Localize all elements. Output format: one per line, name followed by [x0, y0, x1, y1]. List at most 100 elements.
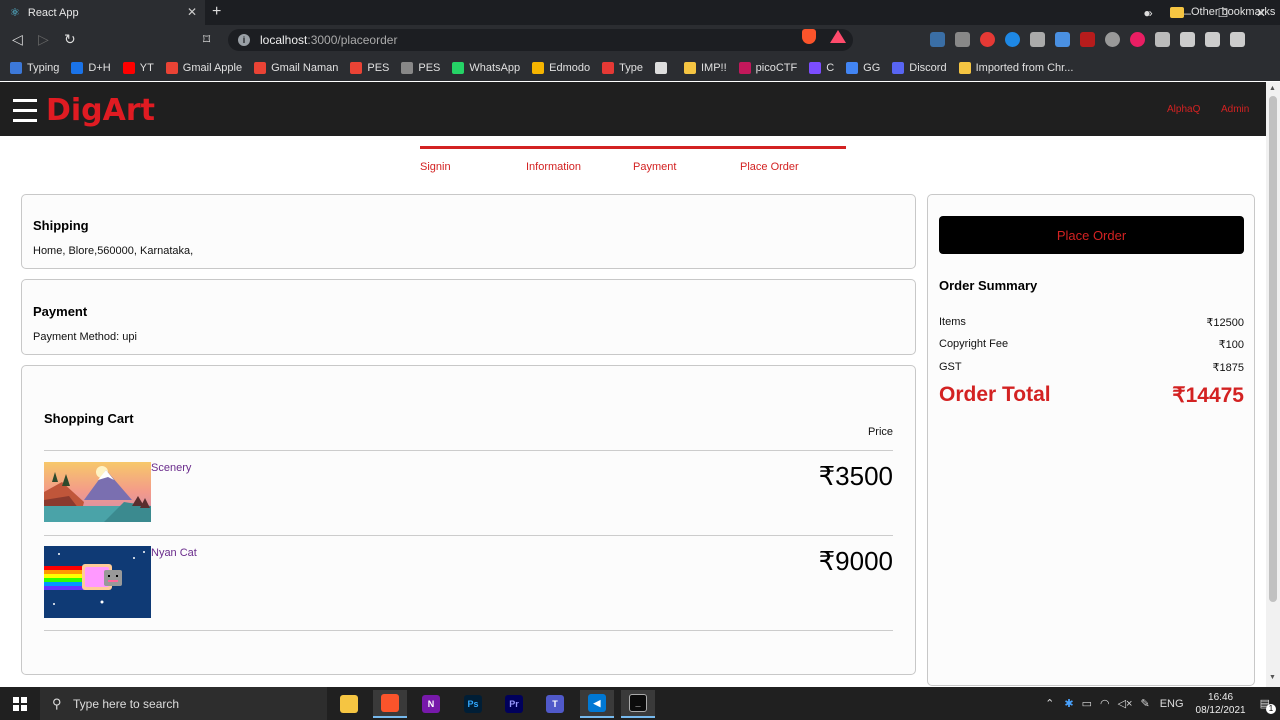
bookmark-item[interactable]: IMP!! — [683, 62, 727, 74]
bookmark-favicon-icon — [892, 62, 905, 74]
back-icon[interactable]: ◁ — [12, 31, 23, 48]
bookmark-item[interactable]: Discord — [892, 62, 947, 74]
teams-icon[interactable]: T — [538, 690, 572, 718]
wallet-icon[interactable] — [1205, 32, 1220, 47]
extension-icon[interactable] — [1105, 32, 1120, 47]
bookmark-item[interactable]: Imported from Chr... — [958, 62, 1073, 74]
cart-row: Nyan Cat ₹9000 — [44, 535, 893, 631]
other-bookmarks[interactable]: Other bookmarks — [1170, 6, 1275, 18]
bookmark-item[interactable]: Edmodo — [532, 62, 590, 74]
summary-value: ₹1875 — [1212, 362, 1244, 374]
checkout-steps: Signin Information Payment Place Order — [420, 146, 846, 176]
notifications-icon[interactable]: ▤ 1 — [1260, 697, 1276, 714]
url-host: localhost — [260, 33, 308, 47]
premiere-icon[interactable]: Pr — [497, 690, 531, 718]
extension-icon[interactable] — [1130, 32, 1145, 47]
scenery-image[interactable] — [44, 462, 151, 522]
windows-start-icon[interactable] — [13, 697, 27, 711]
place-order-button[interactable]: Place Order — [939, 216, 1244, 254]
bookmark-page-icon[interactable]: ⌑ — [203, 31, 210, 48]
user-link[interactable]: AlphaQ — [1167, 104, 1200, 115]
scroll-up-icon[interactable]: ▲ — [1269, 85, 1276, 92]
address-bar[interactable]: i localhost :3000/placeorder — [228, 29, 853, 51]
admin-link[interactable]: Admin — [1221, 104, 1249, 115]
bookmark-item[interactable]: D+H — [71, 62, 111, 74]
brave-browser-icon[interactable] — [373, 690, 407, 718]
bookmark-item[interactable]: Gmail Apple — [165, 62, 242, 74]
react-icon: ⚛ — [10, 7, 20, 19]
bookmark-favicon-icon — [254, 62, 267, 74]
scrollbar-thumb[interactable] — [1269, 96, 1277, 602]
clock-extension-icon[interactable] — [1005, 32, 1020, 47]
bookmark-item[interactable]: PES — [350, 62, 389, 74]
clock[interactable]: 16:46 08/12/2021 — [1196, 691, 1246, 717]
brave-rewards-icon[interactable] — [830, 30, 846, 43]
page-scrollbar[interactable]: ▲ ▼ — [1266, 82, 1280, 687]
bookmark-favicon-icon — [401, 62, 414, 74]
photoshop-icon[interactable]: Ps — [456, 690, 490, 718]
order-total-label: Order Total — [939, 383, 1051, 406]
cart-item-name[interactable]: Nyan Cat — [151, 547, 197, 559]
site-info-icon[interactable]: i — [238, 34, 250, 46]
wifi-icon[interactable]: ◠ — [1100, 697, 1110, 710]
cart-item-name[interactable]: Scenery — [151, 462, 191, 474]
step-place-order: Place Order — [740, 161, 799, 173]
browser-tab[interactable]: ⚛ React App ✕ — [0, 0, 205, 25]
scroll-down-icon[interactable]: ▼ — [1269, 674, 1276, 681]
bluetooth-icon[interactable]: ✱ — [1064, 697, 1073, 710]
bookmarks-more-icon[interactable]: » — [1146, 6, 1153, 20]
shopping-cart-card: Shopping Cart Price Scenery ₹3500 Nyan C… — [21, 365, 916, 675]
brand-logo[interactable]: DigArt — [46, 93, 155, 128]
bookmark-item[interactable]: C — [809, 62, 834, 74]
browser-tab-bar: ⚛ React App ✕ + ● — ☐ ✕ — [0, 0, 1280, 25]
language-indicator[interactable]: ENG — [1160, 698, 1184, 710]
forward-icon[interactable]: ▷ — [38, 31, 49, 48]
bookmark-item[interactable]: picoCTF — [738, 62, 797, 74]
extension-icon[interactable] — [930, 32, 945, 47]
onenote-icon[interactable]: N — [414, 690, 448, 718]
hamburger-menu-icon[interactable] — [13, 99, 37, 122]
extension-icon[interactable] — [1080, 32, 1095, 47]
taskbar-search[interactable]: ⚲ Type here to search — [40, 687, 327, 720]
bookmark-item[interactable]: Typing — [10, 62, 59, 74]
bookmark-label: YT — [139, 62, 154, 74]
file-explorer-icon[interactable] — [332, 690, 366, 718]
nyan-cat-image[interactable] — [44, 546, 151, 618]
menu-icon[interactable] — [1230, 32, 1245, 47]
bookmark-favicon-icon — [602, 62, 615, 74]
bookmark-favicon-icon — [683, 62, 696, 74]
bookmark-item[interactable]: YT — [122, 62, 154, 74]
summary-label: Copyright Fee — [939, 338, 1009, 350]
summary-row-gst: GST ₹1875 — [939, 361, 1244, 374]
extension-icon[interactable] — [1155, 32, 1170, 47]
terminal-icon[interactable]: _ — [621, 690, 655, 718]
puzzle-icon[interactable] — [1180, 32, 1195, 47]
bookmark-label: PES — [367, 62, 390, 74]
url-path: :3000/placeorder — [307, 33, 398, 47]
reload-icon[interactable]: ↻ — [64, 31, 76, 48]
pen-icon[interactable]: ✎ — [1140, 697, 1149, 710]
bookmark-item[interactable]: WhatsApp — [452, 62, 520, 74]
chevron-up-icon[interactable]: ⌃ — [1045, 697, 1054, 710]
close-tab-icon[interactable]: ✕ — [187, 5, 197, 19]
volume-icon[interactable]: ◁× — [1118, 697, 1133, 710]
adblock-icon[interactable] — [980, 32, 995, 47]
extension-icon[interactable] — [1055, 32, 1070, 47]
bookmark-item[interactable] — [654, 62, 672, 74]
bookmark-label: PES — [418, 62, 441, 74]
bookmark-item[interactable]: Type — [602, 62, 643, 74]
extension-icon[interactable] — [955, 32, 970, 47]
vscode-icon[interactable]: ◀ — [580, 690, 614, 718]
bookmark-item[interactable]: GG — [846, 62, 880, 74]
search-icon: ⚲ — [52, 696, 62, 711]
bookmark-item[interactable]: Gmail Naman — [254, 62, 338, 74]
network-icon[interactable]: ▭ — [1082, 697, 1092, 710]
brave-shields-icon[interactable] — [802, 29, 816, 44]
bookmark-favicon-icon — [846, 62, 859, 74]
extension-icon[interactable] — [1030, 32, 1045, 47]
payment-title: Payment — [33, 304, 88, 319]
bookmark-item[interactable]: PES — [401, 62, 440, 74]
new-tab-icon[interactable]: + — [212, 3, 221, 21]
order-total-row: Order Total ₹14475 — [939, 383, 1244, 407]
bookmark-label: Discord — [909, 62, 947, 74]
